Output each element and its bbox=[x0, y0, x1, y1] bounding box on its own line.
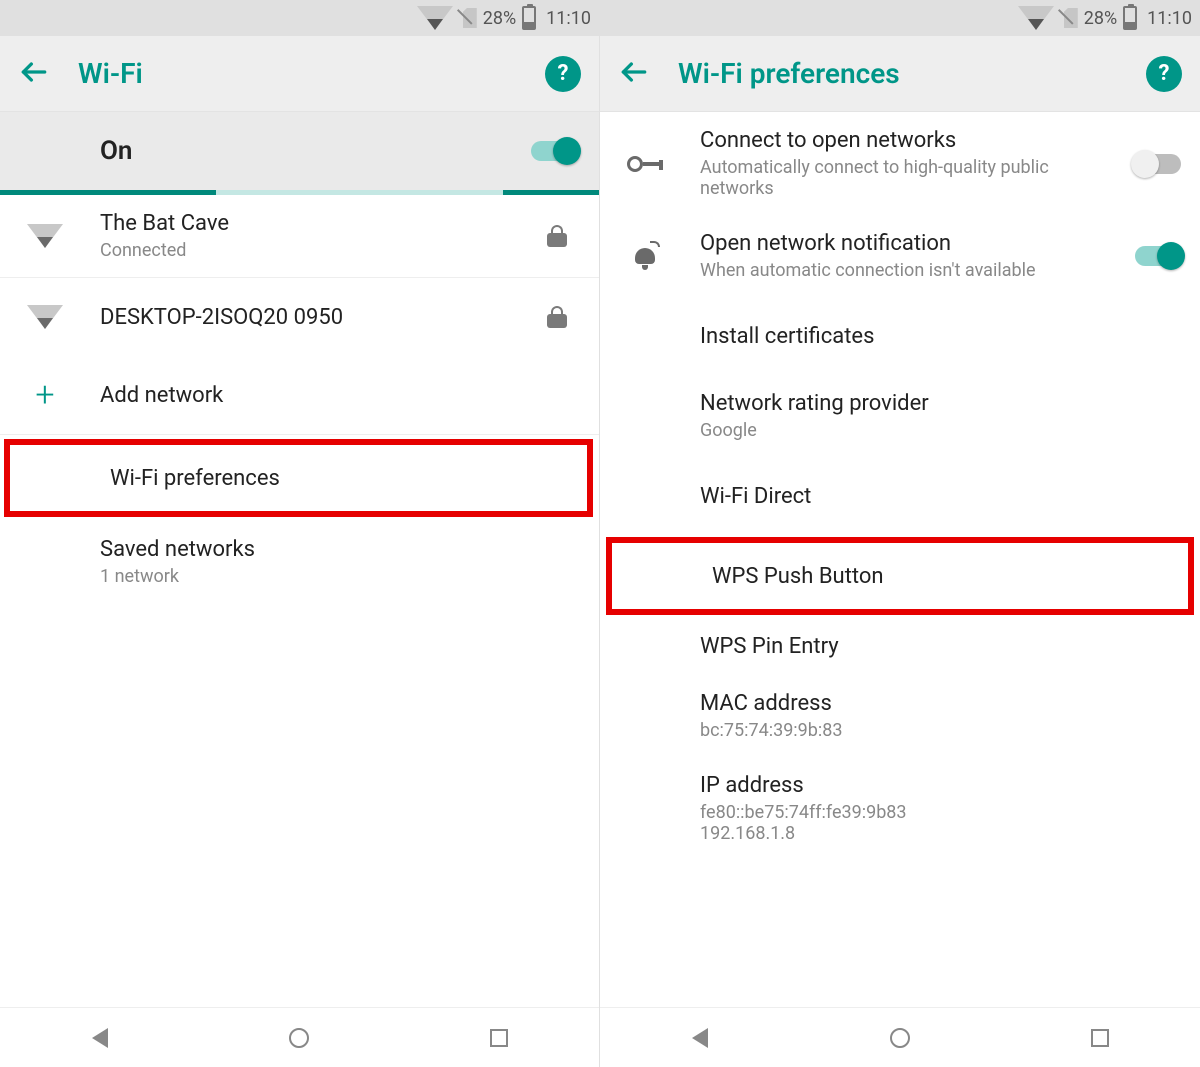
wifi-settings-screen: 28% 11:10 Wi-Fi ? On The Bat Cave Co bbox=[0, 0, 600, 1067]
pref-subtitle: Automatically connect to high-quality pu… bbox=[700, 157, 1106, 199]
wifi-icon bbox=[27, 224, 63, 248]
no-sim-icon bbox=[459, 6, 477, 30]
battery-percent: 28% bbox=[1084, 8, 1117, 29]
clock: 11:10 bbox=[1147, 8, 1192, 29]
pref-title: WPS Push Button bbox=[712, 564, 1170, 589]
app-bar: Wi-Fi preferences ? bbox=[600, 36, 1200, 112]
help-button[interactable]: ? bbox=[1146, 56, 1182, 92]
wifi-icon bbox=[27, 305, 63, 329]
wifi-toggle-switch[interactable] bbox=[531, 141, 577, 161]
nav-recents-button[interactable] bbox=[1089, 1027, 1111, 1049]
nav-back-button[interactable] bbox=[89, 1027, 111, 1049]
network-rating-provider-row[interactable]: Network rating provider Google bbox=[600, 375, 1200, 457]
pref-title: Install certificates bbox=[700, 324, 1182, 349]
wifi-preferences-row[interactable]: Wi-Fi preferences bbox=[4, 439, 593, 517]
nav-recents-button[interactable] bbox=[488, 1027, 510, 1049]
back-button[interactable] bbox=[618, 56, 650, 92]
pref-title: Wi-Fi Direct bbox=[700, 484, 1182, 509]
wifi-preferences-label: Wi-Fi preferences bbox=[110, 466, 569, 491]
mac-address-row: MAC address bc:75:74:39:9b:83 bbox=[600, 675, 1200, 757]
pref-title: Open network notification bbox=[700, 231, 1106, 256]
pref-title: MAC address bbox=[700, 691, 1182, 716]
help-button[interactable]: ? bbox=[545, 56, 581, 92]
status-bar: 28% 11:10 bbox=[600, 0, 1200, 36]
wps-push-button-row[interactable]: WPS Push Button bbox=[606, 537, 1194, 615]
pref-title: Connect to open networks bbox=[700, 128, 1106, 153]
add-network-label: Add network bbox=[100, 383, 581, 408]
pref-title: WPS Pin Entry bbox=[700, 634, 1182, 659]
connect-open-networks-row[interactable]: Connect to open networks Automatically c… bbox=[600, 112, 1200, 215]
bell-icon bbox=[632, 242, 658, 270]
add-network-row[interactable]: + Add network bbox=[0, 356, 599, 434]
battery-percent: 28% bbox=[483, 8, 516, 29]
wifi-toggle-label: On bbox=[100, 136, 531, 166]
network-item[interactable]: DESKTOP-2ISOQ20 0950 bbox=[0, 278, 599, 356]
saved-networks-subtitle: 1 network bbox=[100, 566, 581, 587]
navigation-bar bbox=[600, 1007, 1200, 1067]
network-ssid: The Bat Cave bbox=[100, 211, 505, 236]
open-network-notification-row[interactable]: Open network notification When automatic… bbox=[600, 215, 1200, 297]
wifi-master-toggle-row[interactable]: On bbox=[0, 112, 599, 190]
pref-subtitle: Google bbox=[700, 420, 1182, 441]
pref-subtitle: When automatic connection isn't availabl… bbox=[700, 260, 1106, 281]
key-icon bbox=[627, 154, 663, 174]
pref-title: IP address bbox=[700, 773, 1182, 798]
preferences-content: Connect to open networks Automatically c… bbox=[600, 112, 1200, 1007]
network-status: Connected bbox=[100, 240, 505, 261]
install-certificates-row[interactable]: Install certificates bbox=[600, 297, 1200, 375]
mac-value: bc:75:74:39:9b:83 bbox=[700, 720, 1182, 741]
navigation-bar bbox=[0, 1007, 599, 1067]
back-button[interactable] bbox=[18, 56, 50, 92]
wifi-direct-row[interactable]: Wi-Fi Direct bbox=[600, 457, 1200, 535]
status-bar: 28% 11:10 bbox=[0, 0, 599, 36]
lock-icon bbox=[547, 225, 567, 247]
wps-pin-entry-row[interactable]: WPS Pin Entry bbox=[600, 617, 1200, 675]
saved-networks-row[interactable]: Saved networks 1 network bbox=[0, 521, 599, 603]
network-item[interactable]: The Bat Cave Connected bbox=[0, 195, 599, 277]
clock: 11:10 bbox=[546, 8, 591, 29]
wifi-signal-icon bbox=[1018, 6, 1054, 30]
network-ssid: DESKTOP-2ISOQ20 0950 bbox=[100, 305, 505, 330]
pref-title: Network rating provider bbox=[700, 391, 1182, 416]
no-sim-icon bbox=[1060, 6, 1078, 30]
ip-value-1: fe80::be75:74ff:fe39:9b83 bbox=[700, 802, 1182, 823]
page-title: Wi-Fi preferences bbox=[678, 57, 1118, 90]
saved-networks-title: Saved networks bbox=[100, 537, 581, 562]
nav-home-button[interactable] bbox=[889, 1027, 911, 1049]
plus-icon: + bbox=[35, 378, 54, 412]
nav-home-button[interactable] bbox=[288, 1027, 310, 1049]
app-bar: Wi-Fi ? bbox=[0, 36, 599, 112]
ip-address-row: IP address fe80::be75:74ff:fe39:9b83 192… bbox=[600, 757, 1200, 844]
page-title: Wi-Fi bbox=[78, 57, 517, 90]
wifi-content: The Bat Cave Connected DESKTOP-2ISOQ20 0… bbox=[0, 195, 599, 1007]
nav-back-button[interactable] bbox=[689, 1027, 711, 1049]
wifi-preferences-screen: 28% 11:10 Wi-Fi preferences ? Connect to… bbox=[600, 0, 1200, 1067]
open-notif-toggle[interactable] bbox=[1135, 246, 1181, 266]
ip-value-2: 192.168.1.8 bbox=[700, 823, 1182, 844]
battery-icon bbox=[1123, 6, 1137, 30]
connect-open-toggle[interactable] bbox=[1135, 154, 1181, 174]
battery-icon bbox=[522, 6, 536, 30]
lock-icon bbox=[547, 306, 567, 328]
wifi-signal-icon bbox=[417, 6, 453, 30]
